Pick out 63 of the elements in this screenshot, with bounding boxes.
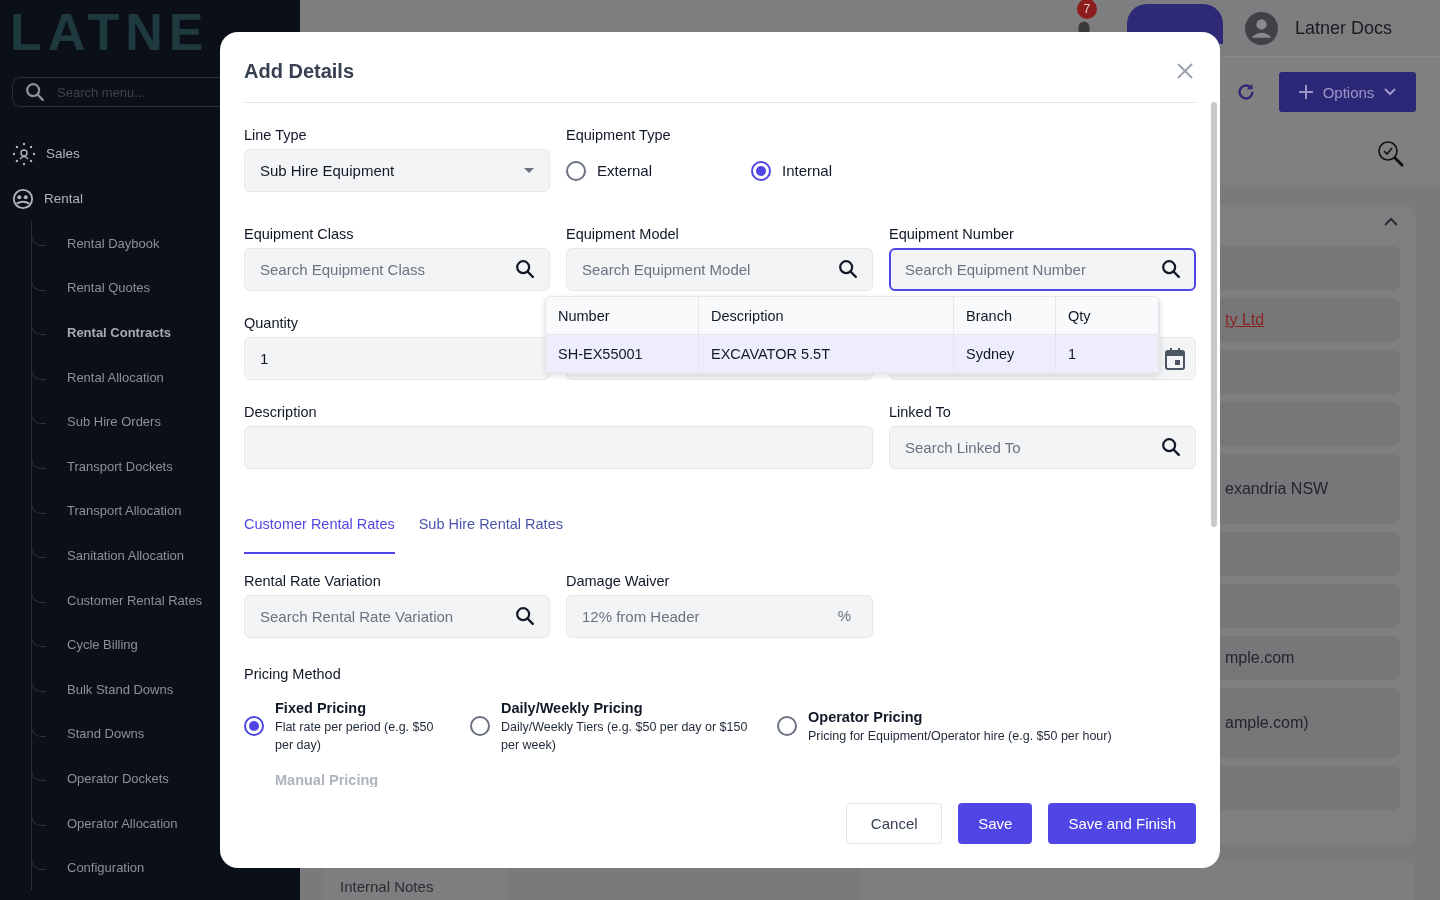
field-label: Damage Waiver <box>566 572 670 591</box>
dropdown-caret-icon <box>523 167 535 174</box>
radio-button[interactable] <box>751 160 771 181</box>
field-label: Linked To <box>889 403 951 422</box>
quantity-field[interactable]: 1 <box>244 337 550 380</box>
tab[interactable]: Sub Hire Rental Rates <box>418 501 563 554</box>
plus-icon <box>1298 85 1313 100</box>
field-label: Description <box>244 403 317 422</box>
percent-suffix: % <box>837 607 851 624</box>
save-button[interactable]: Save and Finish <box>1048 803 1196 844</box>
option-description: Pricing for Equipment/Operator hire (e.g. $50 per hour) <box>808 728 1112 745</box>
field-value: ample.com) <box>1225 714 1309 732</box>
chevron-down-icon <box>1384 88 1397 97</box>
field-label: Line Type <box>244 126 307 145</box>
notification-badge: 7 <box>1076 0 1097 20</box>
option-title[interactable]: Fixed Pricing <box>275 698 450 718</box>
radio-label[interactable]: Internal <box>782 162 833 179</box>
radio-label[interactable]: External <box>597 162 653 179</box>
avatar-icon[interactable] <box>1244 11 1278 45</box>
people-network-icon <box>12 141 36 166</box>
field-label: Equipment Number <box>889 225 1014 244</box>
card-title: Internal Notes <box>340 878 434 895</box>
line-type-select[interactable]: Sub Hire Equipment <box>244 149 550 192</box>
option-description: Daily/Weekly Tiers (e.g. $50 per day or $150 per week) <box>501 719 749 754</box>
radio-button[interactable] <box>470 716 490 736</box>
search-icon <box>1160 436 1182 458</box>
description-field[interactable] <box>244 426 873 469</box>
option-title[interactable]: Daily/Weekly Pricing <box>501 698 757 718</box>
scrollbar[interactable] <box>1211 102 1217 527</box>
cancel-button[interactable]: Cancel <box>846 803 943 844</box>
calendar-icon[interactable] <box>1165 347 1185 370</box>
radio-button[interactable] <box>244 716 264 736</box>
search-field[interactable]: Search Equipment Number <box>889 248 1196 291</box>
submenu-item[interactable]: Configuration <box>32 845 300 890</box>
tab[interactable]: Customer Rental Rates <box>244 501 395 554</box>
field-label: Equipment Type <box>566 126 671 145</box>
radio-button[interactable] <box>566 160 586 181</box>
option-description: Flat rate per period (e.g. $50 per day) <box>275 719 435 754</box>
submenu-item[interactable]: Operator Allocation <box>32 800 300 846</box>
option-title[interactable]: Operator Pricing <box>808 707 1112 727</box>
table-cell[interactable]: Sydney <box>954 335 1056 373</box>
search-icon <box>1160 258 1182 280</box>
submenu-item[interactable]: Transport Dockets <box>32 443 300 489</box>
user-name[interactable]: Latner Docs <box>1294 17 1392 39</box>
field-label: Equipment Class <box>244 225 354 244</box>
search-icon <box>837 258 859 280</box>
table-cell[interactable]: 1 <box>1056 335 1159 373</box>
face-icon <box>12 187 34 210</box>
field-label: Quantity <box>244 314 298 333</box>
options-button[interactable]: Options <box>1279 72 1416 113</box>
search-icon <box>514 605 536 627</box>
radio-button[interactable] <box>777 716 797 736</box>
table-cell[interactable]: EXCAVATOR 5.5T <box>699 335 954 373</box>
field-value: mple.com <box>1225 649 1295 667</box>
field-label: Equipment Model <box>566 225 679 244</box>
field-label: Pricing Method <box>244 665 341 684</box>
search-icon <box>24 81 46 103</box>
save-button[interactable]: Save <box>958 803 1033 844</box>
search-icon <box>514 258 536 280</box>
field-value: exandria NSW <box>1225 480 1329 498</box>
chevron-up-icon[interactable] <box>1384 217 1398 226</box>
field-label: Rental Rate Variation <box>244 572 381 591</box>
table-cell[interactable]: SH-EX55001 <box>546 335 699 373</box>
